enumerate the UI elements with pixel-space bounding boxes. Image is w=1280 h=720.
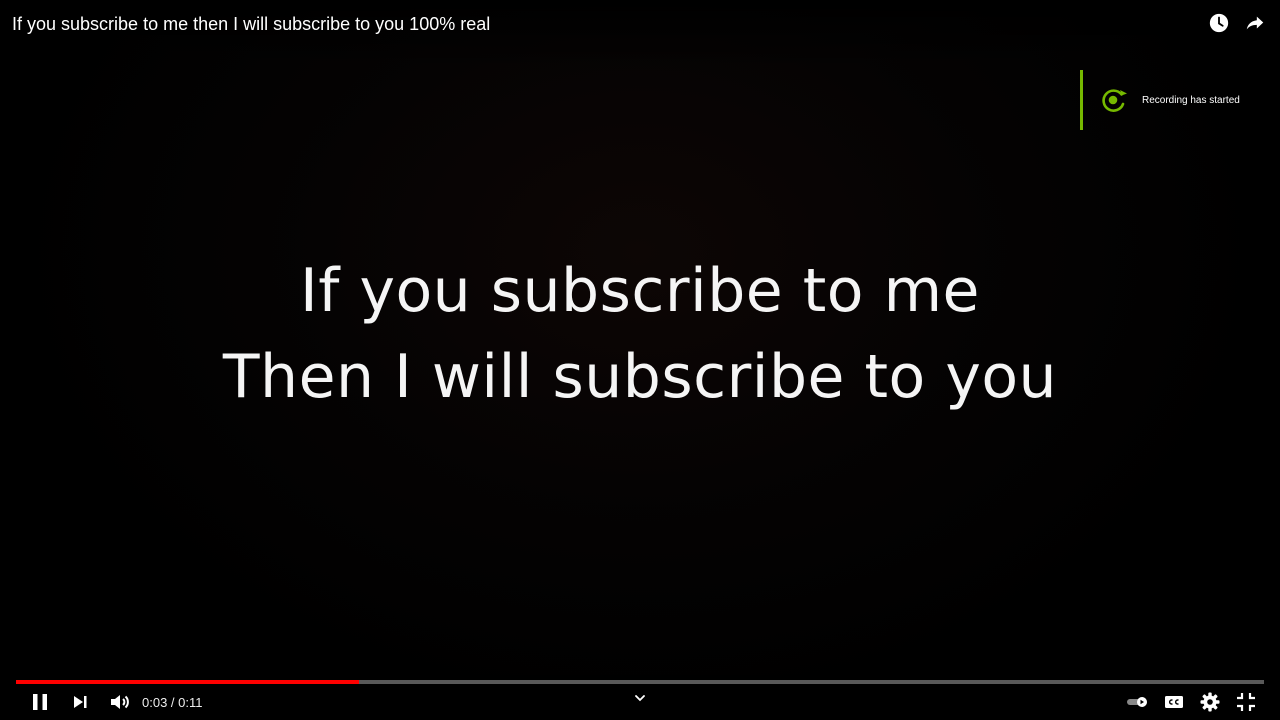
lyric-line-2: Then I will subscribe to you (222, 342, 1058, 412)
lyric-line-1: If you subscribe to me (300, 256, 980, 326)
video-title[interactable]: If you subscribe to me then I will subsc… (12, 13, 490, 35)
duration: 0:11 (178, 694, 203, 710)
chevron-down-icon[interactable] (632, 690, 648, 706)
watch-later-icon[interactable] (1208, 12, 1230, 34)
progress-played (16, 680, 360, 684)
video-lyrics: If you subscribe to me Then I will subsc… (0, 248, 1280, 420)
top-gradient (0, 0, 1280, 70)
exit-fullscreen-icon[interactable] (1234, 690, 1258, 714)
share-icon[interactable] (1244, 12, 1266, 34)
recording-notification: Recording has started (1080, 70, 1273, 130)
notification-text: Recording has started (1142, 94, 1240, 106)
time-display: 0:03 / 0:11 (142, 695, 203, 710)
pause-icon[interactable] (28, 690, 52, 714)
volume-icon[interactable] (108, 690, 132, 714)
autoplay-toggle-icon[interactable] (1126, 690, 1150, 714)
current-time: 0:03 (142, 694, 168, 710)
controls-left: 0:03 / 0:11 (28, 690, 203, 714)
captions-icon[interactable] (1162, 690, 1186, 714)
time-separator: / (167, 694, 179, 710)
progress-bar[interactable] (16, 680, 1264, 684)
top-actions (1208, 12, 1266, 34)
recording-icon (1102, 89, 1127, 112)
settings-icon[interactable] (1198, 690, 1222, 714)
controls-right (1126, 690, 1258, 714)
next-icon[interactable] (68, 690, 92, 714)
